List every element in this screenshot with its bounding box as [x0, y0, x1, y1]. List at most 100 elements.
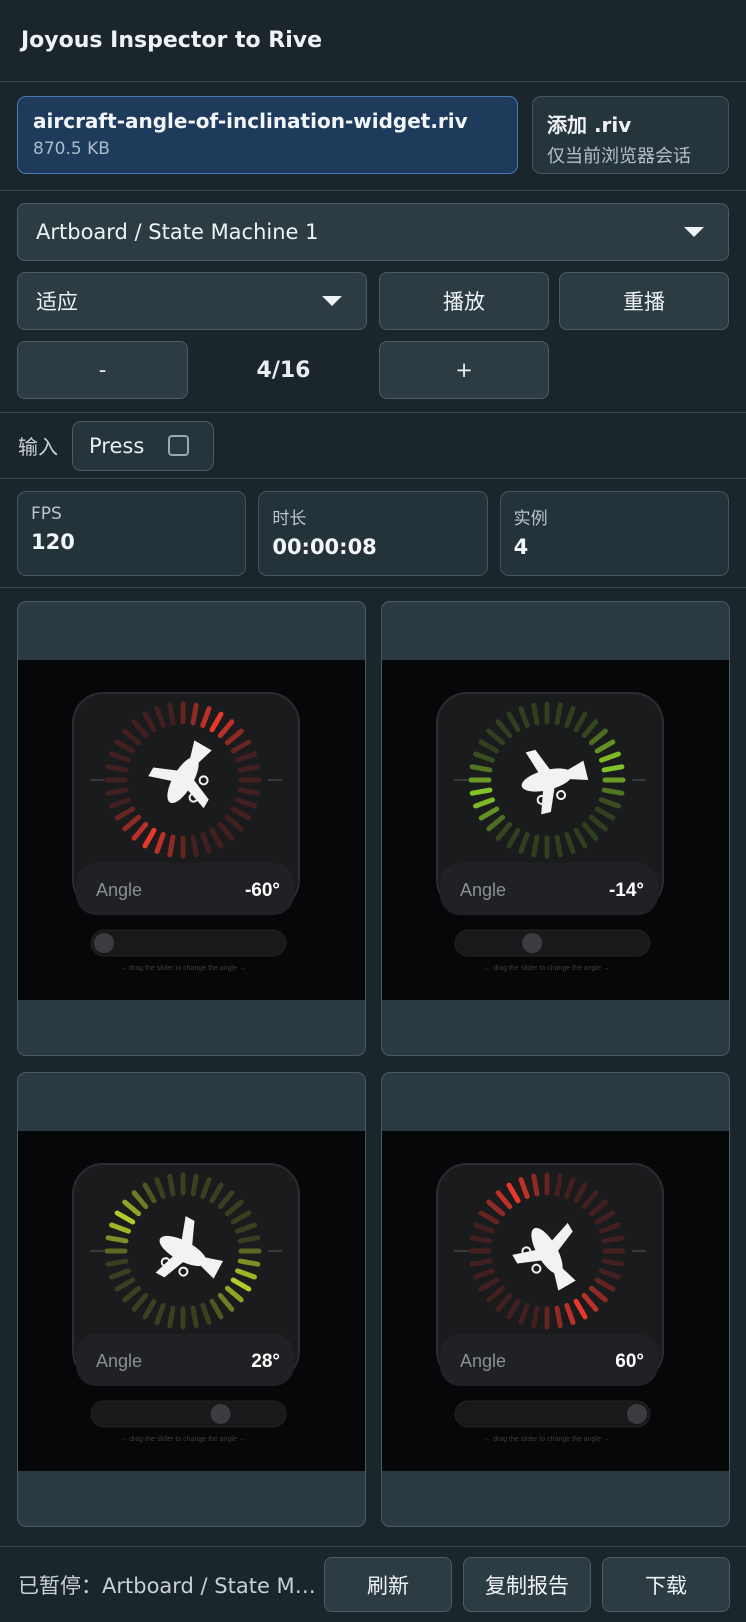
- angle-value: -60°: [245, 880, 280, 901]
- chevron-down-icon: [684, 227, 704, 237]
- angle-label: Angle: [460, 880, 506, 900]
- gauge-tick: [237, 787, 261, 796]
- stat-label: FPS: [31, 504, 62, 524]
- page-indicator: 4/16: [256, 357, 311, 383]
- gauge-tick: [105, 787, 129, 796]
- gauge-tick: [190, 1305, 199, 1329]
- replay-button[interactable]: 重播: [559, 272, 729, 330]
- gauge-tick: [469, 764, 493, 773]
- inputs-label: 输入: [18, 435, 58, 459]
- stat-duration: 时长 00:00:08: [258, 491, 488, 576]
- status-text: 已暂停：Artboard / State Machine 1: [18, 1573, 323, 1598]
- angle-value: -14°: [609, 880, 644, 901]
- gauge-tick: [554, 1173, 563, 1197]
- gauge-tick: [601, 787, 625, 796]
- file-name: aircraft-angle-of-inclination-widget.riv: [33, 109, 468, 133]
- gauge-tick: [190, 834, 199, 858]
- file-size: 870.5 KB: [33, 139, 110, 159]
- stat-value: 4: [513, 535, 529, 559]
- gauge-tick: [237, 1258, 261, 1267]
- fit-select-value: 适应: [36, 290, 78, 314]
- gauge-tick: [554, 834, 563, 858]
- angle-widget: Angle 60° ← drag the slider to change the …: [436, 1163, 664, 1443]
- rive-canvas[interactable]: Angle -14° ← drag the slider to change the…: [382, 660, 729, 1000]
- stat-value: 00:00:08: [272, 535, 377, 559]
- slider-knob[interactable]: [210, 1404, 231, 1424]
- next-page-button[interactable]: +: [379, 341, 549, 399]
- app-title: Joyous Inspector to Rive: [0, 0, 746, 82]
- footer-bar: 已暂停：Artboard / State Machine 1 刷新 复制报告 下…: [0, 1546, 746, 1622]
- add-riv-button[interactable]: 添加 .riv 仅当前浏览器会话: [532, 96, 729, 174]
- slider-hint: ← drag the slider to change the angle →: [484, 1436, 610, 1443]
- copy-report-button[interactable]: 复制报告: [463, 1557, 591, 1612]
- rive-canvas[interactable]: Angle 60° ← drag the slider to change the …: [382, 1131, 729, 1471]
- gauge-tick: [554, 1305, 563, 1329]
- angle-slider[interactable]: [454, 1400, 651, 1428]
- gauge-tick: [237, 1235, 261, 1244]
- slider-knob[interactable]: [94, 933, 114, 953]
- artboard-select[interactable]: Artboard / State Machine 1: [17, 203, 729, 261]
- inputs-row: 输入 Press: [0, 413, 746, 479]
- download-button[interactable]: 下载: [602, 1557, 730, 1612]
- gauge-tick: [469, 787, 493, 796]
- angle-label: Angle: [96, 880, 142, 900]
- refresh-button[interactable]: 刷新: [324, 1557, 452, 1612]
- angle-widget: Angle -14° ← drag the slider to change the…: [436, 692, 664, 972]
- instance-tile[interactable]: Angle 60° ← drag the slider to change the …: [381, 1072, 730, 1527]
- gauge-tick: [601, 1258, 625, 1267]
- angle-label: Angle: [96, 1351, 142, 1371]
- angle-value: 28°: [251, 1351, 280, 1372]
- rive-canvas[interactable]: Angle 28° ← drag the slider to change the …: [18, 1131, 365, 1471]
- gauge-tick: [601, 1235, 625, 1244]
- add-riv-title: 添加 .riv: [547, 113, 632, 137]
- file-row: aircraft-angle-of-inclination-widget.riv…: [0, 82, 746, 191]
- gauge-tick: [531, 1173, 540, 1197]
- slider-hint: ← drag the slider to change the angle →: [484, 965, 610, 972]
- gauge-tick: [601, 764, 625, 773]
- stat-fps: FPS 120: [17, 491, 247, 576]
- stats-row: FPS 120 时长 00:00:08 实例 4: [0, 479, 746, 588]
- gauge-tick: [167, 702, 176, 726]
- gauge-tick: [531, 1305, 540, 1329]
- slider-hint: ← drag the slider to change the angle →: [120, 1436, 246, 1443]
- playback-controls: Artboard / State Machine 1 适应 播放 重播 - 4/…: [0, 191, 746, 413]
- play-button[interactable]: 播放: [379, 272, 549, 330]
- gauge-tick: [469, 1235, 493, 1244]
- angle-slider[interactable]: [90, 929, 287, 957]
- slider-hint: ← drag the slider to change the angle →: [120, 965, 246, 972]
- press-label: Press: [89, 433, 145, 458]
- angle-widget: Angle 28° ← drag the slider to change the …: [72, 1163, 300, 1443]
- artboard-select-value: Artboard / State Machine 1: [36, 220, 319, 244]
- slider-knob[interactable]: [522, 933, 543, 953]
- angle-slider[interactable]: [454, 929, 651, 957]
- press-checkbox[interactable]: [168, 435, 190, 456]
- gauge-tick: [105, 1258, 129, 1267]
- prev-page-button[interactable]: -: [17, 341, 188, 399]
- instance-tile[interactable]: Angle -14° ← drag the slider to change the…: [381, 601, 730, 1056]
- instance-tile[interactable]: Angle -60° ← drag the slider to change the…: [17, 601, 366, 1056]
- slider-knob[interactable]: [627, 1404, 647, 1424]
- gauge-tick: [167, 1173, 176, 1197]
- angle-label: Angle: [460, 1351, 506, 1371]
- instance-tile[interactable]: Angle 28° ← drag the slider to change the …: [17, 1072, 366, 1527]
- angle-slider[interactable]: [90, 1400, 287, 1428]
- stat-label: 时长: [272, 509, 307, 529]
- gauge-tick: [190, 702, 199, 726]
- rive-canvas[interactable]: Angle -60° ← drag the slider to change the…: [18, 660, 365, 1000]
- add-riv-subtitle: 仅当前浏览器会话: [547, 146, 691, 167]
- gauge-tick: [105, 1235, 129, 1244]
- stat-value: 120: [31, 530, 75, 554]
- gauge-tick: [167, 834, 176, 858]
- gauge-tick: [190, 1173, 199, 1197]
- fit-select[interactable]: 适应: [17, 272, 367, 330]
- angle-value: 60°: [615, 1351, 644, 1372]
- file-card-selected[interactable]: aircraft-angle-of-inclination-widget.riv…: [17, 96, 518, 174]
- gauge-tick: [469, 1258, 493, 1267]
- press-input[interactable]: Press: [72, 420, 214, 471]
- stat-instances: 实例 4: [499, 491, 729, 576]
- gauge-tick: [237, 764, 261, 773]
- gauge-tick: [531, 834, 540, 858]
- stat-label: 实例: [513, 509, 548, 529]
- gauge-tick: [105, 764, 129, 773]
- gauge-tick: [531, 702, 540, 726]
